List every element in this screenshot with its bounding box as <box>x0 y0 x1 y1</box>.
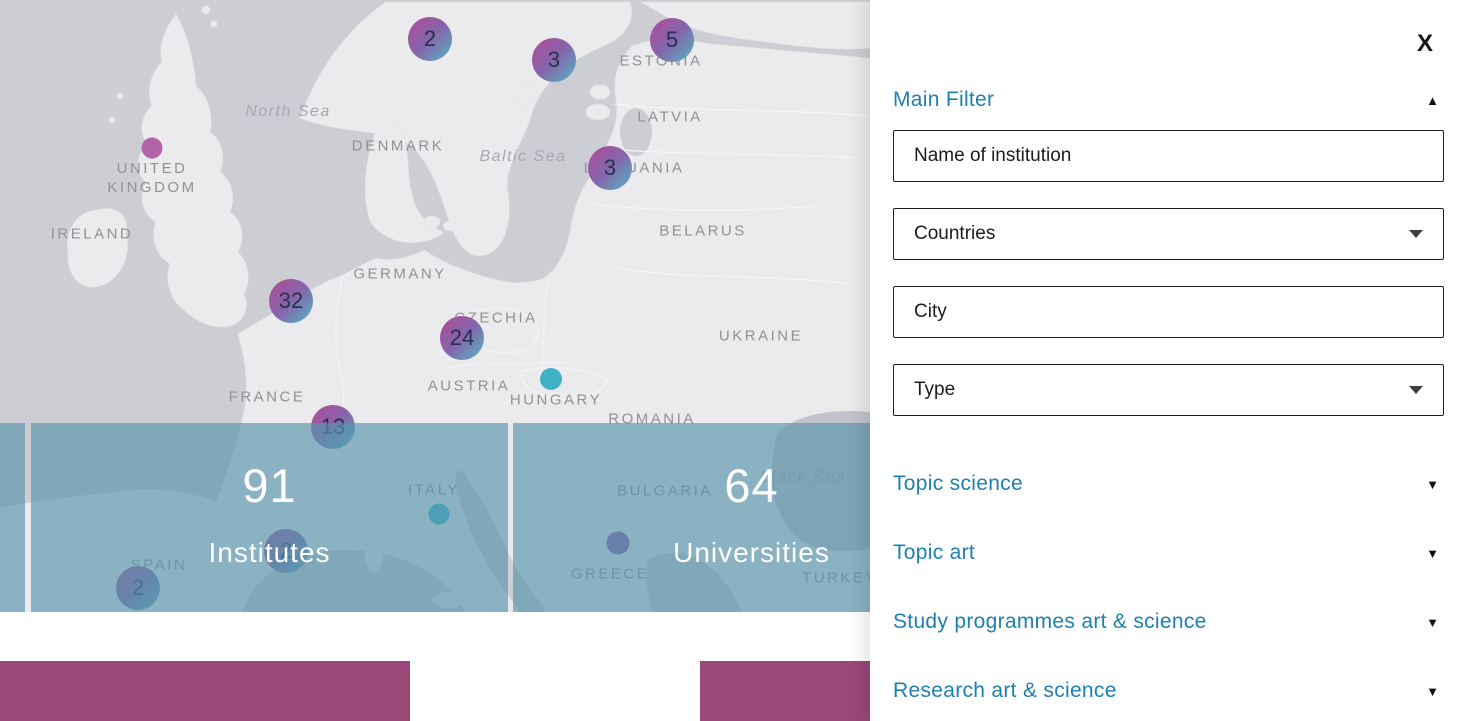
cluster-marker[interactable]: 3 <box>532 38 576 82</box>
city-input[interactable] <box>893 286 1444 338</box>
section-link[interactable]: Study programmes art & science <box>893 610 1207 634</box>
cluster-marker[interactable]: 24 <box>440 316 484 360</box>
map-country-label: UKRAINE <box>719 327 803 346</box>
section-link[interactable]: Research art & science <box>893 679 1117 703</box>
main-filter-toggle[interactable]: Main Filter <box>893 88 994 112</box>
cluster-marker[interactable]: 5 <box>650 18 694 62</box>
map-country-label: GERMANY <box>353 265 446 284</box>
app-window: North SeaBaltic SeaBlack SeaUNITED KINGD… <box>0 0 1467 721</box>
section-topic-art[interactable]: Topic art ▼ <box>893 539 1439 567</box>
map-sea-label: Baltic Sea <box>479 148 566 166</box>
chevron-down-icon[interactable]: ▼ <box>1426 546 1439 561</box>
map-country-label: FRANCE <box>229 388 306 407</box>
stat-label: Institutes <box>31 536 508 570</box>
close-button[interactable]: X <box>1417 32 1433 56</box>
type-select-value: Type <box>914 379 955 401</box>
section-topic-science[interactable]: Topic science ▼ <box>893 470 1439 498</box>
map-country-label: UNITED KINGDOM <box>107 159 196 197</box>
stat-value: 91 <box>31 458 508 514</box>
chevron-up-icon[interactable]: ▲ <box>1426 93 1439 108</box>
stats-card-partial[interactable] <box>0 423 25 612</box>
map-country-label: DENMARK <box>352 137 445 156</box>
map-country-label: AUSTRIA <box>428 377 511 396</box>
cluster-marker[interactable]: 2 <box>408 17 452 61</box>
stats-card-institutes[interactable]: 91 Institutes <box>31 423 508 612</box>
section-link[interactable]: Topic science <box>893 472 1023 496</box>
bottom-card-left[interactable] <box>0 661 410 721</box>
map-country-label: HUNGARY <box>510 391 602 410</box>
map-sea-label: North Sea <box>245 103 331 121</box>
main-filter-row[interactable]: Main Filter ▲ <box>893 86 1439 114</box>
countries-select-value: Countries <box>914 223 995 245</box>
section-research[interactable]: Research art & science ▼ <box>893 677 1439 705</box>
chevron-down-icon <box>1409 386 1423 394</box>
chevron-down-icon <box>1409 230 1423 238</box>
section-link[interactable]: Topic art <box>893 541 975 565</box>
type-select[interactable]: Type <box>893 364 1444 416</box>
name-of-institution-input[interactable] <box>893 130 1444 182</box>
map-country-label: LATVIA <box>637 108 703 127</box>
filter-panel: X Main Filter ▲ Countries Type Topic sci… <box>870 0 1467 721</box>
map-dot-marker[interactable] <box>142 138 163 159</box>
chevron-down-icon[interactable]: ▼ <box>1426 477 1439 492</box>
section-study-programmes[interactable]: Study programmes art & science ▼ <box>893 608 1439 636</box>
map-dot-marker[interactable] <box>540 368 562 390</box>
cluster-marker[interactable]: 32 <box>269 279 313 323</box>
map-country-label: IRELAND <box>51 225 134 244</box>
chevron-down-icon[interactable]: ▼ <box>1426 615 1439 630</box>
cluster-marker[interactable]: 3 <box>588 146 632 190</box>
countries-select[interactable]: Countries <box>893 208 1444 260</box>
chevron-down-icon[interactable]: ▼ <box>1426 684 1439 699</box>
map-country-label: BELARUS <box>659 222 747 241</box>
